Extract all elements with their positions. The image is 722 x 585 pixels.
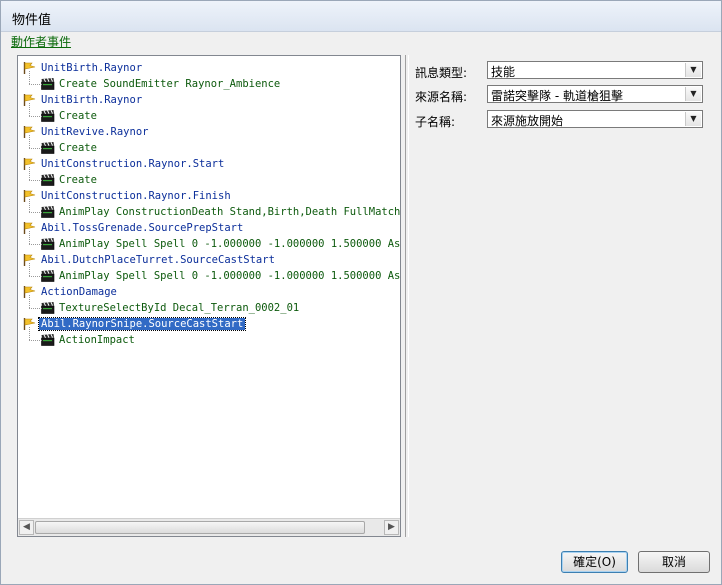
tree-node-label: Abil.TossGrenade.SourcePrepStart [41, 222, 244, 234]
flag-icon [23, 318, 37, 333]
flag-icon [23, 222, 37, 237]
tree-action-node[interactable]: Create [40, 108, 99, 124]
window-title: 物件值 [12, 13, 52, 28]
flag-icon [23, 190, 37, 205]
sub-name-value: 來源施放開始 [491, 114, 564, 128]
tree-connector [29, 263, 30, 276]
tree-connector [29, 231, 30, 244]
ok-button[interactable]: 確定(O) [561, 551, 628, 573]
clapper-icon [41, 205, 55, 221]
scroll-thumb[interactable] [35, 521, 365, 534]
tree-node-label: Create [59, 174, 97, 186]
source-name-select[interactable]: 雷諾突擊隊 - 軌道槍狙擊 ▼ [487, 85, 703, 103]
tree-event-node[interactable]: UnitBirth.Raynor [22, 92, 144, 108]
tree-event-node[interactable]: UnitRevive.Raynor [22, 124, 150, 140]
tree-connector [29, 103, 30, 116]
tree-node-label: ActionImpact [59, 334, 135, 346]
tree-node-label: AnimPlay Spell Spell 0 -1.000000 -1.0000… [59, 270, 400, 282]
message-type-select[interactable]: 技能 ▼ [487, 61, 703, 79]
scroll-left-button[interactable]: ◀ [19, 520, 34, 535]
tree-connector [29, 135, 30, 148]
cancel-button[interactable]: 取消 [638, 551, 710, 573]
tree-connector [29, 71, 30, 84]
tree-node-label: UnitConstruction.Raynor.Finish [41, 190, 231, 202]
tree-action-node[interactable]: Create SoundEmitter Raynor_Ambience [40, 76, 282, 92]
tree-action-node[interactable]: AnimPlay Spell Spell 0 -1.000000 -1.0000… [40, 236, 400, 252]
tree-event-node[interactable]: Abil.RaynorSnipe.SourceCastStart [22, 316, 247, 333]
tree-connector [29, 116, 42, 117]
horizontal-scrollbar[interactable]: ◀ ▶ [18, 518, 400, 536]
tree-connector [29, 295, 30, 308]
clapper-icon [41, 77, 55, 93]
clapper-icon [41, 173, 55, 189]
flag-icon [23, 94, 37, 109]
tree-node-label: Create SoundEmitter Raynor_Ambience [59, 78, 281, 90]
tree-connector [29, 327, 30, 340]
message-type-label: 訊息類型: [415, 66, 468, 80]
tree-node-label: UnitBirth.Raynor [41, 94, 143, 106]
tree-connector [29, 199, 30, 212]
tree-action-node[interactable]: Create [40, 172, 99, 188]
sub-name-select[interactable]: 來源施放開始 ▼ [487, 110, 703, 128]
tree-node-label: Create [59, 110, 97, 122]
tree-node-label: Abil.DutchPlaceTurret.SourceCastStart [41, 254, 275, 266]
tree-action-node[interactable]: AnimPlay ConstructionDeath Stand,Birth,D… [40, 204, 400, 220]
tree-event-node[interactable]: UnitBirth.Raynor [22, 60, 144, 76]
tree-connector [29, 84, 42, 85]
clapper-icon [41, 333, 55, 349]
flag-icon [23, 126, 37, 141]
tree-event-node[interactable]: ActionDamage [22, 284, 119, 300]
tree-connector [29, 180, 42, 181]
tree-action-node[interactable]: ActionImpact [40, 332, 137, 348]
tree-action-node[interactable]: TextureSelectById Decal_Terran_0002_01 [40, 300, 301, 316]
source-name-label: 來源名稱: [415, 90, 468, 104]
tree-node-label: AnimPlay ConstructionDeath Stand,Birth,D… [59, 206, 400, 218]
tree-connector [29, 340, 42, 341]
object-values-dialog: 物件值 動作者事件 UnitBirth.Raynor Create SoundEm… [0, 0, 722, 585]
tree-connector [29, 308, 42, 309]
tree-action-node[interactable]: AnimPlay Spell Spell 0 -1.000000 -1.0000… [40, 268, 400, 284]
message-type-value: 技能 [491, 65, 516, 79]
tree-event-node[interactable]: Abil.DutchPlaceTurret.SourceCastStart [22, 252, 277, 268]
tree-node-label: Abil.RaynorSnipe.SourceCastStart [37, 317, 247, 331]
tree-connector [29, 148, 42, 149]
tree-connector [29, 212, 42, 213]
tree-node-label: TextureSelectById Decal_Terran_0002_01 [59, 302, 300, 314]
scroll-right-button[interactable]: ▶ [384, 520, 399, 535]
chevron-down-icon[interactable]: ▼ [685, 112, 701, 126]
tree-node-label: ActionDamage [41, 286, 117, 298]
event-tree-view[interactable]: UnitBirth.Raynor Create SoundEmitter Rayn… [17, 55, 401, 537]
actor-events-link[interactable]: 動作者事件 [11, 33, 71, 50]
clapper-icon [41, 141, 55, 157]
tree-node-label: UnitBirth.Raynor [41, 62, 143, 74]
tree-node-label: AnimPlay Spell Spell 0 -1.000000 -1.0000… [59, 238, 400, 250]
tree-connector [29, 244, 42, 245]
clapper-icon [41, 301, 55, 317]
chevron-down-icon[interactable]: ▼ [685, 63, 701, 77]
flag-icon [23, 158, 37, 173]
tree-event-node[interactable]: UnitConstruction.Raynor.Start [22, 156, 226, 172]
tree-connector [29, 167, 30, 180]
clapper-icon [41, 109, 55, 125]
sub-name-label: 子名稱: [415, 115, 456, 129]
tree-event-node[interactable]: UnitConstruction.Raynor.Finish [22, 188, 233, 204]
title-bar[interactable]: 物件值 [1, 1, 721, 32]
chevron-down-icon[interactable]: ▼ [685, 87, 701, 101]
panel-divider [405, 55, 409, 537]
source-name-value: 雷諾突擊隊 - 軌道槍狙擊 [491, 89, 623, 103]
tree-action-node[interactable]: Create [40, 140, 99, 156]
clapper-icon [41, 237, 55, 253]
flag-icon [23, 254, 37, 269]
tree-content: UnitBirth.Raynor Create SoundEmitter Rayn… [18, 56, 400, 518]
flag-icon [23, 62, 37, 77]
tree-event-node[interactable]: Abil.TossGrenade.SourcePrepStart [22, 220, 245, 236]
tree-node-label: Create [59, 142, 97, 154]
tree-node-label: UnitRevive.Raynor [41, 126, 149, 138]
clapper-icon [41, 269, 55, 285]
flag-icon [23, 286, 37, 301]
tree-connector [29, 276, 42, 277]
tree-node-label: UnitConstruction.Raynor.Start [41, 158, 225, 170]
